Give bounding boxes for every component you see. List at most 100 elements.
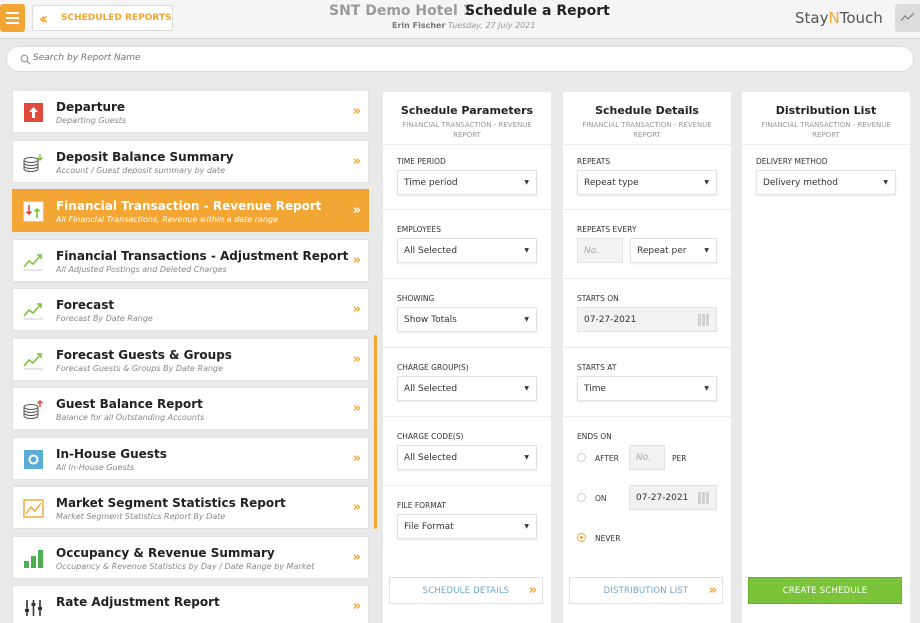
file-format-select[interactable]: File Format ▼ <box>397 514 537 539</box>
report-name: Financial Transaction - Revenue Report <box>56 199 322 213</box>
starts-at-time-select[interactable]: Time ▼ <box>577 376 717 401</box>
report-item-forecast-guests-groups[interactable]: Forecast Guests & Groups Forecast Guests… <box>12 338 369 381</box>
starts-on-date-input[interactable]: 07-27-2021 <box>577 307 717 332</box>
employees-section: EMPLOYEES All Selected ▼ <box>383 209 551 278</box>
report-description: Balance for all Outstanding Accounts <box>56 413 205 422</box>
create-schedule-button[interactable]: CREATE SCHEDULE <box>748 577 902 604</box>
time-period-section: TIME PERIOD Time period ▼ <box>383 144 551 209</box>
charge-codes-select[interactable]: All Selected ▼ <box>397 445 537 470</box>
graph-toggle-button[interactable] <box>895 4 920 32</box>
starts-on-label: STARTS ON <box>577 294 619 303</box>
trend-icon <box>23 303 43 320</box>
report-list: Departure Departing Guests » Deposit Bal… <box>12 90 369 623</box>
double-chevron-right-icon: » <box>708 583 718 598</box>
back-button-label: SCHEDULED REPORTS <box>61 13 172 23</box>
ends-on-date-input[interactable]: 07-27-2021 <box>629 485 717 510</box>
time-period-select[interactable]: Time period ▼ <box>397 170 537 195</box>
schedule-details-button[interactable]: SCHEDULE DETAILS» <box>389 577 543 604</box>
chevron-right-icon: » <box>352 352 362 367</box>
repeats-every-section: REPEATS EVERY No. Repeat per ▼ <box>563 209 731 278</box>
delivery-method-select[interactable]: Delivery method ▼ <box>756 170 896 195</box>
charge-groups-section: CHARGE GROUP(S) All Selected ▼ <box>383 347 551 416</box>
report-description: All In-House Guests <box>56 463 135 472</box>
report-name: Occupancy & Revenue Summary <box>56 546 275 560</box>
ends-after-radio[interactable] <box>577 453 586 462</box>
calendar-icon <box>698 492 710 504</box>
ends-never-radio[interactable] <box>577 533 586 542</box>
chevron-right-icon: » <box>352 154 362 169</box>
report-list-scrollbar[interactable] <box>374 335 377 529</box>
file-format-section: FILE FORMAT File Format ▼ <box>383 485 551 554</box>
dropdown-arrow-icon: ▼ <box>524 247 529 254</box>
report-description: All Adjusted Postings and Deleted Charge… <box>56 265 227 274</box>
report-description: Departing Guests <box>56 116 127 125</box>
delivery-method-section: DELIVERY METHOD Delivery method ▼ <box>742 144 910 209</box>
transaction-icon <box>23 201 44 222</box>
dropdown-arrow-icon: ▼ <box>883 179 888 186</box>
report-item-occupancy-revenue-summary[interactable]: Occupancy & Revenue Summary Occupancy & … <box>12 536 369 579</box>
business-date: Tuesday, 27 July 2021 <box>448 21 536 30</box>
report-name: Market Segment Statistics Report <box>56 496 286 510</box>
dropdown-arrow-icon: ▼ <box>524 385 529 392</box>
repeat-type-select[interactable]: Repeat type ▼ <box>577 170 717 195</box>
report-description: Forecast By Date Range <box>56 314 153 323</box>
panel-title: Schedule Parameters <box>400 104 534 117</box>
double-chevron-left-icon: ‹‹ <box>39 8 48 28</box>
trend-icon <box>23 254 43 271</box>
repeat-per-select[interactable]: Repeat per ▼ <box>630 238 717 263</box>
menu-button[interactable] <box>0 4 25 32</box>
repeats-every-number-input[interactable]: No. <box>577 238 623 263</box>
starts-at-label: STARTS AT <box>577 363 617 372</box>
search-icon <box>20 54 31 65</box>
balance-coins-icon <box>23 400 43 420</box>
employees-select[interactable]: All Selected ▼ <box>397 238 537 263</box>
deposit-coins-icon <box>23 154 43 173</box>
charge-codes-label: CHARGE CODE(S) <box>397 432 464 441</box>
report-search-bar <box>6 46 914 72</box>
departure-icon <box>24 103 43 122</box>
report-item-market-segment-statistics[interactable]: Market Segment Statistics Report Market … <box>12 486 369 529</box>
delivery-method-label: DELIVERY METHOD <box>756 157 828 166</box>
report-item-in-house-guests[interactable]: In-House Guests All In-House Guests » <box>12 437 369 480</box>
chevron-right-icon: » <box>352 104 362 119</box>
report-item-departure[interactable]: Departure Departing Guests » <box>12 90 369 133</box>
ends-on-radio-label: ON <box>595 494 607 503</box>
dropdown-arrow-icon: ▼ <box>524 523 529 530</box>
report-name: Forecast Guests & Groups <box>56 348 232 362</box>
panel-subtitle: FINANCIAL TRANSACTION - REVENUE REPORT <box>761 121 891 139</box>
report-description: Market Segment Statistics Report By Date <box>56 512 226 521</box>
repeats-label: REPEATS <box>577 157 611 166</box>
report-item-forecast[interactable]: Forecast Forecast By Date Range » <box>12 288 369 331</box>
ends-after-number-input[interactable]: No. <box>629 445 665 470</box>
ends-never-label: NEVER <box>595 534 621 543</box>
dropdown-arrow-icon: ▼ <box>704 385 709 392</box>
report-item-financial-transactions-adjustment[interactable]: Financial Transactions - Adjustment Repo… <box>12 239 369 282</box>
report-item-deposit-balance-summary[interactable]: Deposit Balance Summary Account / Guest … <box>12 140 369 183</box>
repeats-every-label: REPEATS EVERY <box>577 225 637 234</box>
distribution-list-button[interactable]: DISTRIBUTION LIST» <box>569 577 723 604</box>
sliders-icon <box>25 600 42 616</box>
hamburger-icon <box>6 12 19 14</box>
bar-chart-icon <box>24 550 43 568</box>
charge-groups-label: CHARGE GROUP(S) <box>397 363 469 372</box>
report-item-guest-balance[interactable]: Guest Balance Report Balance for all Out… <box>12 387 369 430</box>
hotel-name: SNT Demo Hotel 1 <box>329 3 473 19</box>
trend-icon <box>23 353 43 370</box>
ends-on-radio[interactable] <box>577 493 586 502</box>
showing-select[interactable]: Show Totals ▼ <box>397 307 537 332</box>
report-item-rate-adjustment[interactable]: Rate Adjustment Report » <box>12 585 369 623</box>
report-name: Financial Transactions - Adjustment Repo… <box>56 249 349 263</box>
search-input[interactable] <box>33 53 433 63</box>
employees-label: EMPLOYEES <box>397 225 441 234</box>
report-item-financial-transaction-revenue[interactable]: Financial Transaction - Revenue Report A… <box>12 189 369 232</box>
report-description: Forecast Guests & Groups By Date Range <box>56 364 224 373</box>
graph-icon <box>900 12 915 22</box>
file-format-label: FILE FORMAT <box>397 501 446 510</box>
staynttouch-logo: StayNTouch <box>795 9 883 27</box>
top-bar: ‹‹ SCHEDULED REPORTS SNT Demo Hotel 1 Sc… <box>0 0 920 39</box>
charge-groups-select[interactable]: All Selected ▼ <box>397 376 537 401</box>
panel-title: Distribution List <box>775 104 877 117</box>
back-to-scheduled-reports-button[interactable]: ‹‹ SCHEDULED REPORTS <box>32 5 173 31</box>
dropdown-arrow-icon: ▼ <box>524 179 529 186</box>
panel-subtitle: FINANCIAL TRANSACTION - REVENUE REPORT <box>582 121 712 139</box>
